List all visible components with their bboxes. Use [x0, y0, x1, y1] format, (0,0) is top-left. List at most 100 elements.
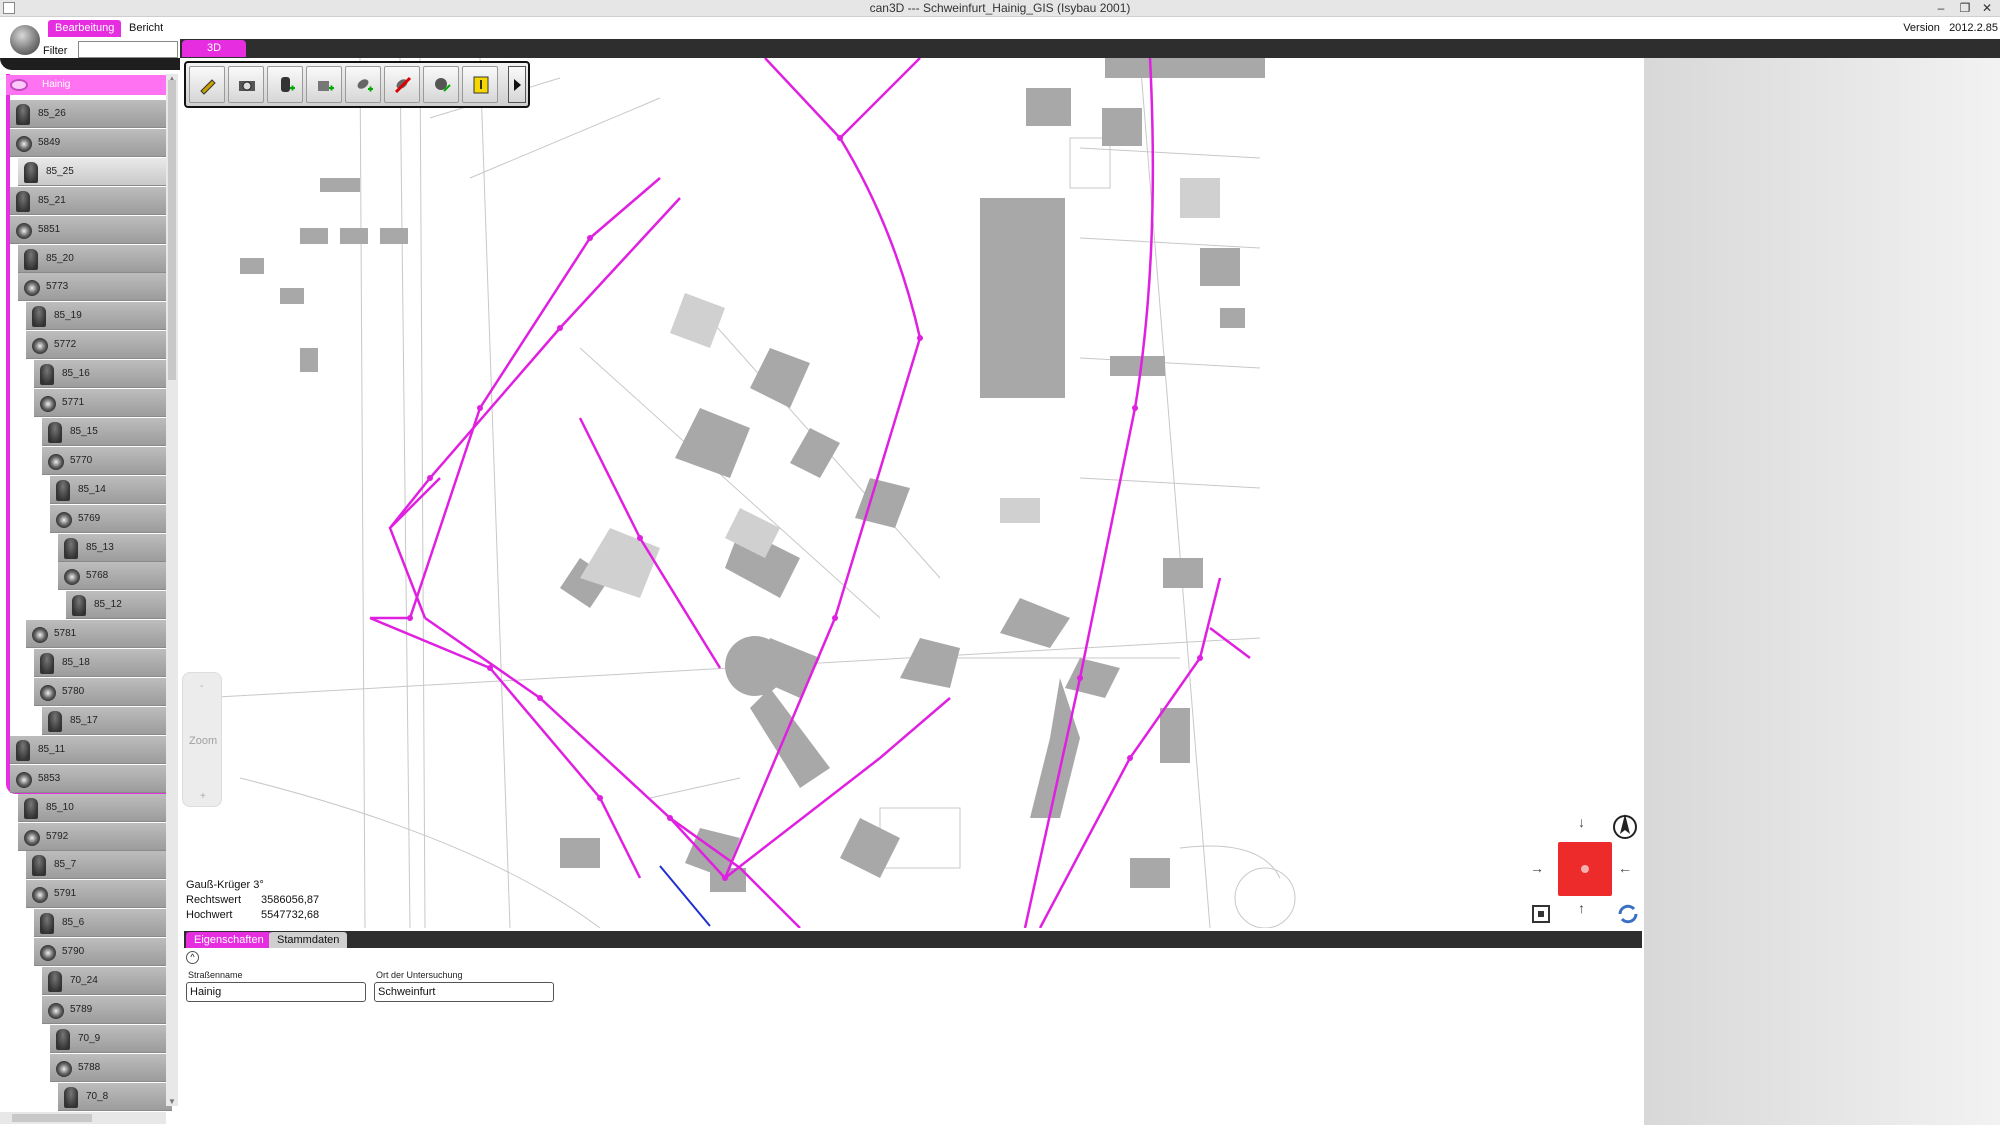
camera-button[interactable] — [228, 66, 264, 103]
toolbar-next-button[interactable] — [508, 66, 526, 103]
tree-item-70-24[interactable]: 70_24 — [42, 967, 172, 995]
pipe-settings-button[interactable] — [423, 66, 459, 103]
tree-item-85-6[interactable]: 85_6 — [34, 909, 172, 938]
tree-item-label: 5781 — [54, 628, 77, 640]
tree-item-label: 85_7 — [54, 859, 77, 871]
tree-item-70-9[interactable]: 70_9 — [50, 1024, 172, 1053]
hscrollbar-thumb[interactable] — [12, 1114, 92, 1122]
cadastral-map[interactable] — [180, 58, 1644, 928]
tree-item-85-18[interactable]: 85_18 — [34, 649, 172, 678]
tree-root-label: Hainig — [42, 79, 71, 90]
add-manhole-button[interactable] — [267, 66, 303, 103]
north-arrow-icon[interactable] — [1610, 810, 1640, 840]
zoom-out-label[interactable]: - — [200, 681, 203, 692]
tree-item-70-8[interactable]: 70_8 — [58, 1082, 172, 1111]
tree-item-label: 5768 — [86, 570, 109, 582]
tree-item-85-11[interactable]: 85_11 — [10, 735, 172, 764]
tree-item-label: 5771 — [62, 397, 85, 408]
manhole-icon — [16, 190, 30, 212]
tree-item-5773[interactable]: 5773 — [18, 273, 172, 302]
tree-item-5792[interactable]: 5792 — [18, 822, 172, 851]
map-view[interactable] — [180, 58, 1644, 928]
tree-item-label: 85_16 — [62, 368, 90, 380]
tab-bericht[interactable]: Bericht — [122, 20, 170, 37]
tree-item-85-12[interactable]: 85_12 — [66, 591, 172, 620]
tree-item-85-25[interactable]: 85_25 — [18, 157, 172, 186]
info-button[interactable] — [462, 66, 498, 103]
manhole-icon — [32, 306, 46, 328]
tab-eigenschaften[interactable]: Eigenschaften — [186, 932, 272, 948]
tree-item-85-16[interactable]: 85_16 — [34, 360, 172, 389]
tree-item-85-17[interactable]: 85_17 — [42, 706, 172, 735]
tree-item-5772[interactable]: 5772 — [26, 331, 172, 360]
tree-item-5771[interactable]: 5771 — [34, 389, 172, 417]
ort-field[interactable]: Schweinfurt — [374, 982, 554, 1002]
tree-item-85-10[interactable]: 85_10 — [18, 793, 172, 822]
tree-item-5789[interactable]: 5789 — [42, 995, 172, 1024]
fit-view-icon[interactable] — [1530, 903, 1552, 925]
tree-item-85-15[interactable]: 85_15 — [42, 417, 172, 446]
info-icon — [473, 76, 489, 94]
manhole-icon — [16, 739, 30, 761]
pan-right-arrow-icon[interactable]: ← — [1618, 860, 1632, 876]
app-menu-orb[interactable] — [10, 25, 40, 55]
zoom-in-label[interactable]: + — [200, 791, 206, 802]
tree-item-5851[interactable]: 5851 — [10, 215, 172, 244]
tree-vertical-scrollbar[interactable]: ▲ ▼ — [166, 74, 178, 1106]
pipe-icon — [24, 829, 40, 846]
tree-item-label: 5790 — [62, 946, 85, 958]
pipe-icon — [16, 135, 32, 152]
restore-button[interactable]: ❐ — [1954, 0, 1976, 17]
add-pipe-button[interactable] — [345, 66, 381, 103]
add-object-button[interactable] — [306, 66, 342, 103]
tree-item-5781[interactable]: 5781 — [26, 620, 172, 649]
tab-3d[interactable]: 3D — [182, 40, 246, 57]
manhole-icon — [40, 364, 54, 386]
coordinate-readout: Gauß-Krüger 3° Rechtswert 3586056,87 Hoc… — [186, 878, 319, 923]
tab-bearbeitung[interactable]: Bearbeitung — [48, 20, 122, 37]
refresh-icon[interactable] — [1616, 903, 1640, 925]
tree-horizontal-scrollbar[interactable] — [0, 1112, 166, 1124]
tree-item-85-7[interactable]: 85_7 — [26, 851, 172, 880]
tree-item-label: 5853 — [38, 772, 61, 784]
minimize-button[interactable]: – — [1930, 0, 1952, 17]
tree-item-5790[interactable]: 5790 — [34, 938, 172, 967]
camera-icon — [239, 81, 255, 91]
tab-stammdaten[interactable]: Stammdaten — [269, 932, 348, 948]
version-label: Version — [1903, 22, 1940, 34]
manhole-icon — [32, 855, 46, 877]
tree-item-5853[interactable]: 5853 — [10, 764, 172, 793]
tree-item-85-20[interactable]: 85_20 — [18, 244, 172, 273]
tree-item-5769[interactable]: 5769 — [50, 504, 172, 533]
tree-item-85-14[interactable]: 85_14 — [50, 475, 172, 504]
tree-item-5791[interactable]: 5791 — [26, 880, 172, 909]
edit-button[interactable] — [189, 66, 225, 103]
pipe-icon — [56, 511, 72, 528]
viewport-margin — [1644, 58, 2000, 1125]
zoom-slider[interactable]: - Zoom + — [182, 672, 222, 807]
strassenname-field[interactable]: Hainig — [186, 982, 366, 1002]
filter-input[interactable] — [78, 41, 178, 58]
scroll-down-arrow[interactable]: ▼ — [167, 1097, 177, 1106]
tree-item-5788[interactable]: 5788 — [50, 1053, 172, 1082]
scrollbar-thumb[interactable] — [168, 80, 176, 380]
tree-item-85-26[interactable]: 85_26 — [10, 100, 172, 128]
tree-item-85-13[interactable]: 85_13 — [58, 533, 172, 562]
close-button[interactable]: ✕ — [1976, 0, 1998, 17]
collapse-up-icon[interactable]: ^ — [186, 951, 199, 964]
tree-item-5768[interactable]: 5768 — [58, 562, 172, 591]
pipe-icon — [48, 1002, 64, 1019]
tree-item-85-21[interactable]: 85_21 — [10, 186, 172, 215]
manhole-icon — [56, 1028, 70, 1050]
tree-item-5770[interactable]: 5770 — [42, 446, 172, 475]
tree-item-85-19[interactable]: 85_19 — [26, 302, 172, 331]
pan-down-arrow-icon[interactable]: ↑ — [1578, 900, 1585, 916]
tree-item-5780[interactable]: 5780 — [34, 678, 172, 706]
pipe-icon — [40, 685, 56, 701]
hochwert-value: 5547732,68 — [261, 909, 320, 921]
tree-item-5849[interactable]: 5849 — [10, 128, 172, 157]
delete-pipe-button[interactable] — [384, 66, 420, 103]
pan-left-arrow-icon[interactable]: → — [1530, 860, 1544, 876]
tree-root-item[interactable]: Hainig — [6, 75, 166, 95]
pan-up-arrow-icon[interactable]: ↓ — [1578, 814, 1585, 830]
